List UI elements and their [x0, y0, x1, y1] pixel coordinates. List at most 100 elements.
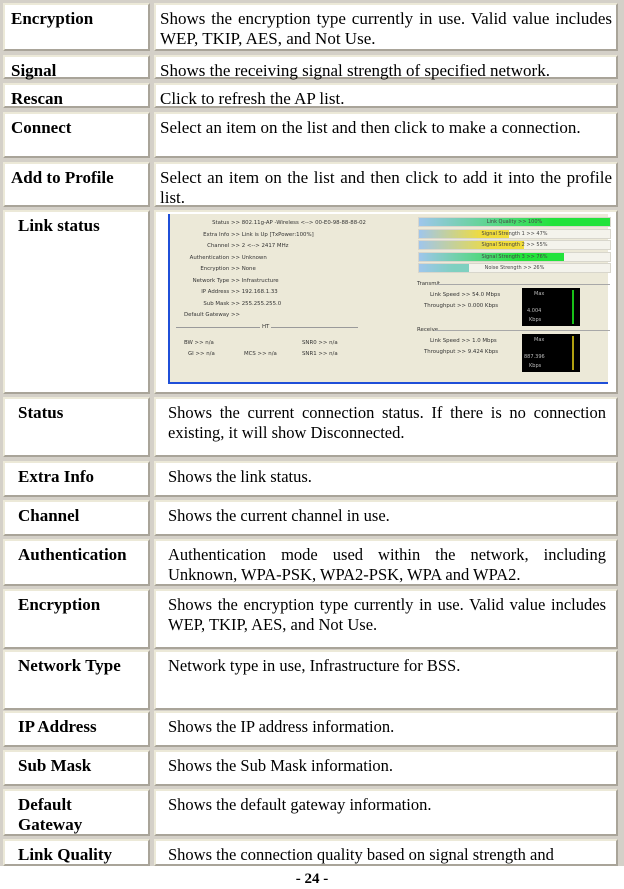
- field-value: 192.168.1.33: [241, 289, 278, 295]
- status-field: Authentication >> Unknown: [176, 255, 267, 261]
- quality-bar-label: Noise Strength >> 26%: [484, 265, 545, 271]
- receive-throughput: Throughput >> 9.424 Kbps: [424, 349, 499, 355]
- term-description: Shows the connection quality based on si…: [168, 845, 554, 864]
- transmit-throughput: Throughput >> 0.000 Kbps: [424, 303, 499, 309]
- term-label: IP Address: [18, 717, 97, 736]
- graph-unit: Kbps: [529, 363, 542, 369]
- table-row: Default Gateway Shows the default gateway…: [0, 789, 624, 836]
- term-description: Shows the current channel in use.: [168, 506, 390, 525]
- table-row: Sub Mask Shows the Sub Mask information.: [0, 750, 624, 786]
- table-row: Rescan Click to refresh the AP list.: [0, 83, 624, 108]
- table-row: Encryption Shows the encryption type cur…: [0, 3, 624, 51]
- field-key: Channel >>: [207, 243, 240, 249]
- term-description: Select an item on the list and then clic…: [160, 168, 612, 207]
- graph-spike: [572, 336, 574, 370]
- field-value: None: [241, 266, 256, 272]
- term-description: Select an item on the list and then clic…: [160, 118, 581, 137]
- status-field: Network Type >> Infrastructure: [176, 278, 279, 284]
- term-description: Shows the receiving signal strength of s…: [160, 61, 550, 80]
- term-description: Shows the Sub Mask information.: [168, 756, 394, 775]
- transmit-graph: Max 4.004 Kbps: [522, 288, 580, 326]
- receive-link-speed: Link Speed >> 1.0 Mbps: [430, 338, 497, 344]
- quality-bar: Signal Strength 2 >> 55%: [418, 240, 611, 250]
- term-label: Extra Info: [18, 467, 95, 486]
- ht-mcs: MCS >> n/a: [244, 351, 277, 357]
- status-field: IP Address >> 192.168.1.33: [176, 289, 278, 295]
- field-value: Infrastructure: [241, 277, 279, 284]
- field-key: Default Gateway >>: [184, 312, 240, 318]
- quality-bar: Noise Strength >> 26%: [418, 263, 611, 273]
- receive-graph: Max 887.396 Kbps: [522, 334, 580, 372]
- table-row: Extra Info Shows the link status.: [0, 461, 624, 497]
- graph-value: 887.396: [524, 354, 545, 360]
- table-row: Connect Select an item on the list and t…: [0, 112, 624, 158]
- status-field: Channel >> 2 <--> 2417 MHz: [176, 243, 288, 249]
- graph-spike: [572, 290, 574, 324]
- term-label: Encryption: [11, 9, 94, 28]
- term-label: Add to Profile: [11, 168, 114, 187]
- status-field: Encryption >> None: [176, 266, 256, 272]
- table-row: Status Shows the current connection statu…: [0, 397, 624, 457]
- ht-snr0: SNR0 >> n/a: [302, 340, 338, 346]
- table-row: Authentication Authentication mode used w…: [0, 539, 624, 586]
- ht-bw: BW >> n/a: [184, 340, 214, 346]
- field-key: IP Address >>: [201, 289, 240, 295]
- term-label: Default Gateway: [18, 795, 83, 834]
- quality-bar-label: Signal Strength 2 >> 55%: [481, 242, 548, 248]
- field-key: Sub Mask >>: [203, 300, 240, 307]
- field-value: Unknown: [241, 254, 267, 261]
- term-label: Link Quality: [18, 845, 113, 864]
- status-field: Status >> 802.11g-AP -Wireless <--> 00-E…: [176, 220, 366, 226]
- field-value: 2 <--> 2417 MHz: [241, 243, 289, 249]
- term-description: Authentication mode used within the netw…: [168, 545, 606, 584]
- term-description: Shows the current connection status. If …: [168, 403, 606, 442]
- term-description: Shows the IP address information.: [168, 717, 395, 736]
- status-field: Default Gateway >>: [176, 312, 240, 318]
- transmit-link-speed: Link Speed >> 54.0 Mbps: [430, 292, 501, 298]
- field-key: Encryption >>: [200, 266, 240, 272]
- quality-bar-label: Link Quality >> 100%: [486, 219, 543, 225]
- link-status-screenshot: Status >> 802.11g-AP -Wireless <--> 00-E…: [168, 214, 611, 384]
- ht-snr1: SNR1 >> n/a: [302, 351, 338, 357]
- term-description: Shows the encryption type currently in u…: [168, 595, 606, 634]
- term-label: Channel: [18, 506, 80, 525]
- field-key: Network Type >>: [192, 277, 240, 284]
- table-row: IP Address Shows the IP address informati…: [0, 711, 624, 747]
- graph-unit: Kbps: [529, 317, 542, 323]
- term-label: Encryption: [18, 595, 101, 614]
- field-value: Link is Up [TxPower:100%]: [241, 231, 314, 238]
- table-row: Signal Shows the receiving signal streng…: [0, 55, 624, 80]
- term-label: Signal: [11, 61, 57, 80]
- term-label: Connect: [11, 118, 72, 137]
- status-field: Extra Info >> Link is Up [TxPower:100%]: [176, 232, 314, 238]
- quality-bar-label: Signal Strength 3 >> 76%: [481, 253, 548, 260]
- page-number: - 24 -: [295, 871, 329, 887]
- field-key: Authentication >>: [189, 254, 240, 261]
- field-key: Extra Info >>: [203, 231, 240, 238]
- quality-bar: Signal Strength 3 >> 76%: [418, 251, 611, 262]
- receive-divider: [434, 330, 610, 331]
- field-value: 802.11g-AP -Wireless <--> 00-E0-98-88-88…: [241, 220, 366, 226]
- status-field: Sub Mask >> 255.255.255.0: [176, 301, 281, 307]
- term-description: Click to refresh the AP list.: [160, 89, 345, 108]
- quality-bar: Signal Strength 1 >> 47%: [418, 228, 611, 239]
- table-row: Link status Status >> 802.11g-AP -Wirele…: [0, 210, 624, 394]
- table-row: Add to Profile Select an item on the lis…: [0, 162, 624, 207]
- term-description: Shows the default gateway information.: [168, 795, 432, 814]
- ht-label: HT: [260, 324, 272, 330]
- table-row: Encryption Shows the encryption type curr…: [0, 589, 624, 649]
- table-row: Channel Shows the current channel in use.: [0, 500, 624, 536]
- term-label: Rescan: [11, 89, 63, 108]
- ht-gi: GI >> n/a: [188, 351, 215, 357]
- term-description: Shows the encryption type currently in u…: [160, 9, 612, 48]
- term-description: Shows the link status.: [168, 467, 312, 486]
- term-label: Authentication: [18, 545, 127, 564]
- term-label: Sub Mask: [18, 756, 92, 775]
- graph-value: 4.004: [527, 308, 542, 314]
- quality-bar: Link Quality >> 100%: [418, 217, 611, 227]
- graph-max-label: Max: [534, 337, 545, 343]
- graph-max-label: Max: [534, 291, 545, 297]
- table-row: Network Type Network type in use, Infrast…: [0, 650, 624, 710]
- table-row: Link Quality Shows the connection quality…: [0, 839, 624, 866]
- term-label: Link status: [18, 216, 100, 235]
